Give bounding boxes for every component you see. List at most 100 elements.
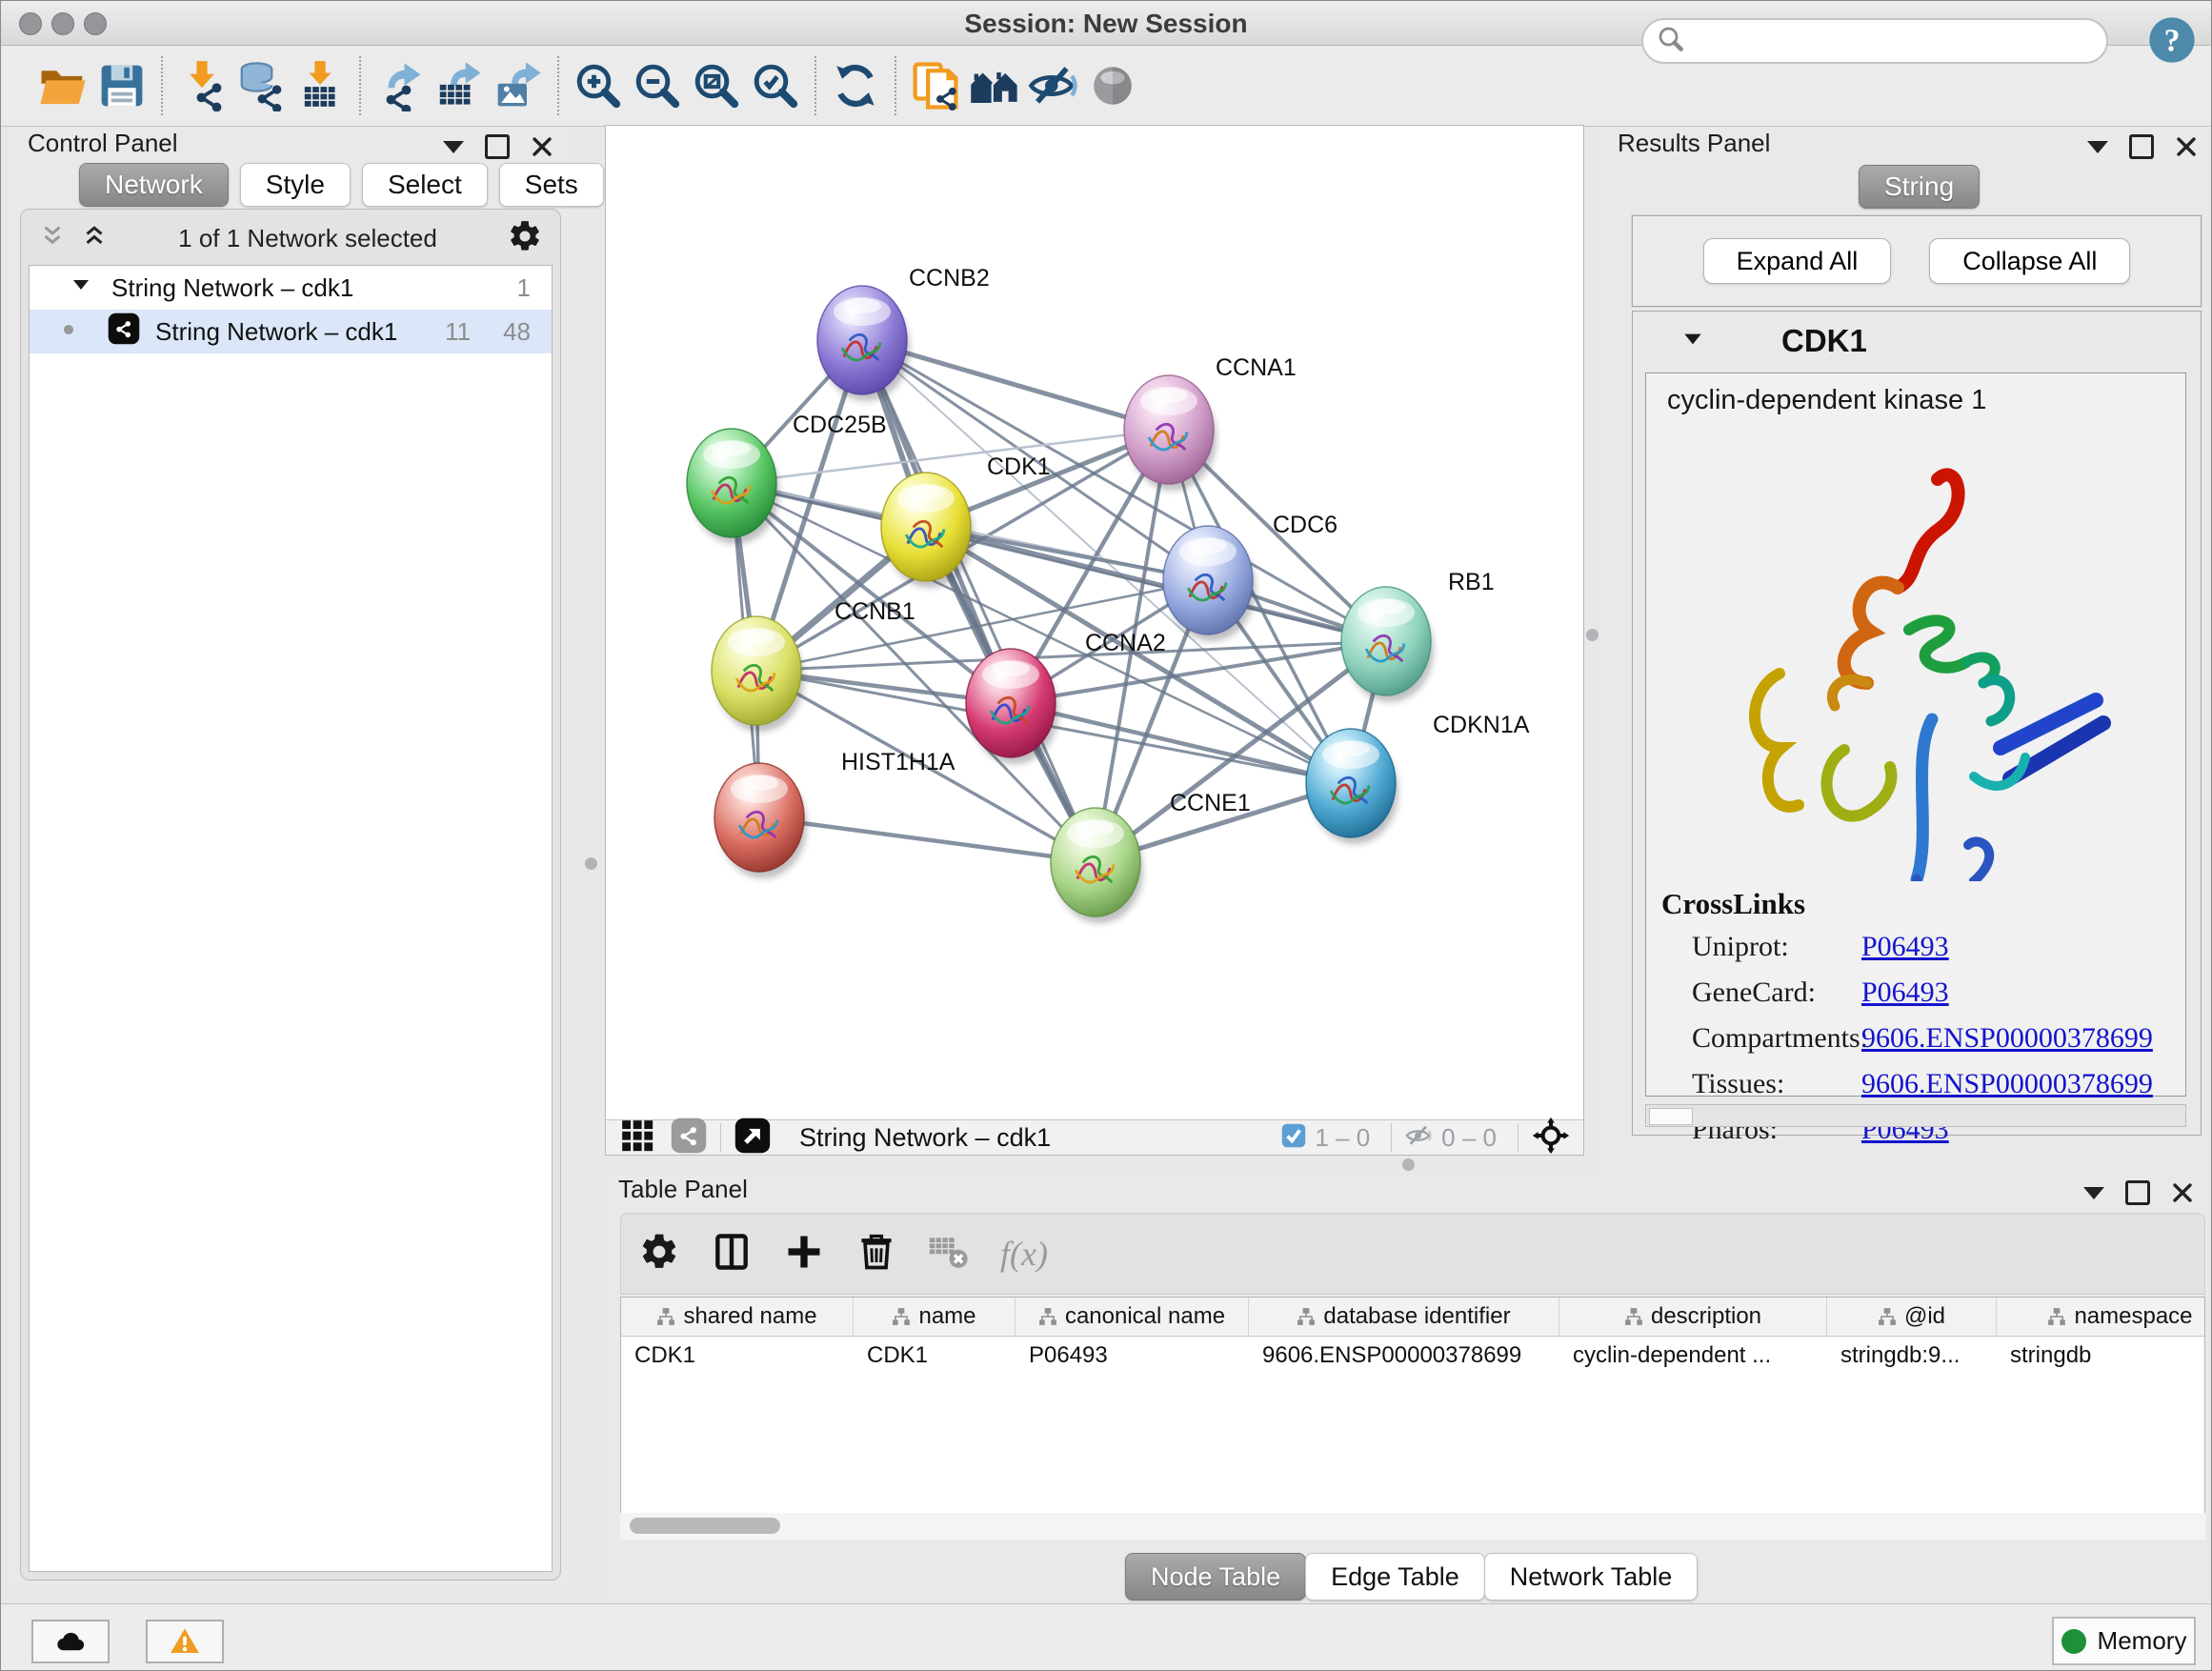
control-panel-tabs: NetworkStyleSelectSets xyxy=(79,163,604,207)
hidden-eye-icon xyxy=(1405,1121,1434,1155)
fit-selection-crosshair-icon[interactable] xyxy=(1532,1117,1570,1159)
export-table-icon[interactable] xyxy=(430,56,489,115)
table-settings-gear-icon[interactable] xyxy=(638,1231,680,1278)
table-horizontal-scrollbar[interactable] xyxy=(620,1513,2205,1540)
cloud-services-button[interactable] xyxy=(31,1620,110,1663)
network-overview-icon[interactable] xyxy=(671,1117,707,1158)
import-table-icon[interactable] xyxy=(291,56,350,115)
import-database-icon[interactable] xyxy=(231,56,291,115)
memory-status-dot xyxy=(2061,1629,2086,1654)
network-canvas[interactable]: CCNB2CCNA1CDC25BCDK1CDC6RB1CCNB1CCNA2CDK… xyxy=(605,125,1584,1156)
tab-sets[interactable]: Sets xyxy=(499,163,604,207)
column-header--id[interactable]: @id xyxy=(1827,1298,1997,1336)
column-header-namespace[interactable]: namespace xyxy=(1997,1298,2205,1336)
results-horizontal-scrollbar[interactable] xyxy=(1645,1104,2186,1127)
export-network-icon[interactable] xyxy=(371,56,430,115)
selected-checkbox-icon[interactable] xyxy=(1280,1122,1307,1154)
node-CCNB2[interactable] xyxy=(817,286,910,401)
collapse-all-button[interactable]: Collapse All xyxy=(1929,238,2130,284)
memory-button[interactable]: Memory xyxy=(2052,1617,2196,1665)
network-graph[interactable]: CCNB2CCNA1CDC25BCDK1CDC6RB1CCNB1CCNA2CDK… xyxy=(606,126,1583,1119)
save-session-icon[interactable] xyxy=(92,56,151,115)
float-panel-icon[interactable] xyxy=(485,134,510,159)
memory-label: Memory xyxy=(2098,1626,2187,1656)
node-CCNA2[interactable] xyxy=(966,649,1058,764)
node-RB1[interactable] xyxy=(1341,587,1434,702)
node-label-CDC25B: CDC25B xyxy=(793,412,887,438)
tab-node-table[interactable]: Node Table xyxy=(1125,1553,1306,1601)
collapse-panel-icon[interactable] xyxy=(443,141,464,153)
search-box[interactable] xyxy=(1641,18,2108,64)
column-header-database-identifier[interactable]: database identifier xyxy=(1249,1298,1559,1336)
clone-network-icon[interactable] xyxy=(906,56,965,115)
left-splitter-handle[interactable] xyxy=(585,857,597,870)
column-header-name[interactable]: name xyxy=(854,1298,1016,1336)
collapse-all-networks-icon[interactable] xyxy=(38,222,67,255)
node-table[interactable]: shared namenamecanonical namedatabase id… xyxy=(620,1297,2205,1540)
network-tree-row[interactable]: String Network – cdk1 11 48 xyxy=(30,310,552,353)
import-network-icon[interactable] xyxy=(172,56,231,115)
open-session-icon[interactable] xyxy=(33,56,92,115)
crosslink-link[interactable]: P06493 xyxy=(1861,976,1949,1009)
node-CDC6[interactable] xyxy=(1163,526,1256,641)
open-in-window-icon[interactable] xyxy=(734,1117,771,1158)
column-header-description[interactable]: description xyxy=(1559,1298,1827,1336)
node-label-CDKN1A: CDKN1A xyxy=(1433,712,1530,738)
tab-edge-table[interactable]: Edge Table xyxy=(1305,1553,1485,1601)
column-header-canonical-name[interactable]: canonical name xyxy=(1016,1298,1249,1336)
close-results-icon[interactable] xyxy=(2175,135,2198,158)
network-tree-root-row[interactable]: String Network – cdk1 1 xyxy=(30,266,552,310)
expand-all-button[interactable]: Expand All xyxy=(1703,238,1892,284)
float-results-icon[interactable] xyxy=(2129,134,2154,159)
edge-HIST1H1A-CCNE1[interactable] xyxy=(759,817,1096,862)
node-HIST1H1A[interactable] xyxy=(714,763,807,878)
close-table-panel-icon[interactable] xyxy=(2171,1181,2194,1204)
tab-style[interactable]: Style xyxy=(240,163,351,207)
show-eye-icon[interactable] xyxy=(1083,56,1142,115)
hide-eye-icon[interactable] xyxy=(1024,56,1083,115)
tab-network-table[interactable]: Network Table xyxy=(1484,1553,1699,1601)
show-columns-icon[interactable] xyxy=(711,1231,753,1278)
node-CDKN1A[interactable] xyxy=(1306,729,1398,844)
warnings-button[interactable] xyxy=(146,1620,224,1663)
close-panel-icon[interactable] xyxy=(531,135,553,158)
zoom-selected-icon[interactable] xyxy=(746,56,805,115)
zoom-fit-icon[interactable] xyxy=(687,56,746,115)
export-image-icon[interactable] xyxy=(489,56,548,115)
refresh-icon[interactable] xyxy=(826,56,885,115)
crosslink-link[interactable]: 9606.ENSP00000378699 xyxy=(1861,1068,2153,1100)
add-column-icon[interactable] xyxy=(783,1231,825,1278)
right-splitter-handle[interactable] xyxy=(1586,629,1599,641)
houses-icon[interactable] xyxy=(965,56,1024,115)
node-CCNA1[interactable] xyxy=(1124,375,1217,491)
zoom-out-icon[interactable] xyxy=(628,56,687,115)
float-table-panel-icon[interactable] xyxy=(2125,1180,2150,1205)
zoom-in-icon[interactable] xyxy=(569,56,628,115)
network-options-gear-icon[interactable] xyxy=(507,218,543,259)
tab-string[interactable]: String xyxy=(1859,165,1980,209)
table-cell: CDK1 xyxy=(854,1337,1016,1375)
collapse-results-icon[interactable] xyxy=(2087,141,2108,153)
table-row[interactable]: CDK1CDK1P064939606.ENSP00000378699cyclin… xyxy=(621,1337,2204,1375)
scrollbar-thumb[interactable] xyxy=(630,1518,780,1534)
delete-column-trash-icon[interactable] xyxy=(855,1231,897,1278)
tab-network[interactable]: Network xyxy=(79,163,229,207)
toolbar-separator xyxy=(161,56,163,115)
edge-CCNA2-CDKN1A[interactable] xyxy=(1011,703,1351,783)
node-CCNB1[interactable] xyxy=(712,616,804,732)
table-cell: P06493 xyxy=(1016,1337,1249,1375)
column-header-shared-name[interactable]: shared name xyxy=(621,1298,854,1336)
crosslink-link[interactable]: 9606.ENSP00000378699 xyxy=(1861,1022,2153,1055)
node-CCNE1[interactable] xyxy=(1051,808,1143,923)
birds-eye-grid-icon[interactable] xyxy=(619,1117,655,1158)
expand-all-networks-icon[interactable] xyxy=(80,222,109,255)
entry-expander-icon[interactable] xyxy=(1680,327,1705,356)
help-icon[interactable]: ? xyxy=(2146,14,2198,66)
search-input[interactable] xyxy=(1695,26,2106,57)
node-CDK1[interactable] xyxy=(881,473,974,588)
collapse-table-panel-icon[interactable] xyxy=(2083,1187,2104,1199)
crosslink-link[interactable]: P06493 xyxy=(1861,931,1949,963)
bottom-splitter-handle[interactable] xyxy=(1402,1158,1415,1171)
tree-expander-icon[interactable] xyxy=(70,273,92,303)
tab-select[interactable]: Select xyxy=(362,163,488,207)
